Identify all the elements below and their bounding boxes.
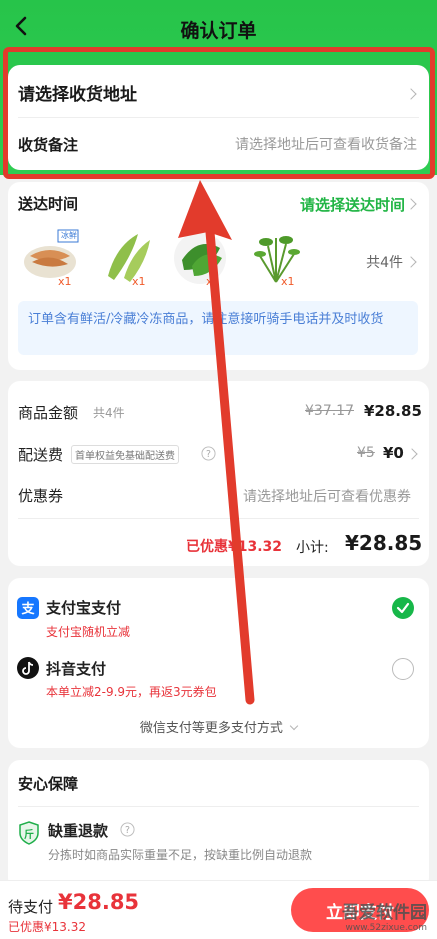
alipay-option[interactable]: 支付宝支付 [46,597,121,618]
chevron-down-icon [289,721,299,731]
subtotal-label: 小计: [296,540,329,556]
douyin-pay-option[interactable]: 抖音支付 [46,658,106,679]
help-icon[interactable]: ? [120,822,135,837]
guarantee-title: 安心保障 [18,775,79,793]
divider [18,518,419,519]
alipay-icon: 支 [17,597,39,619]
douyin-radio[interactable] [392,658,414,680]
pay-amount: ¥28.85 [58,890,140,914]
coupon-label: 优惠券 [18,487,64,505]
product-qty: x1 [281,275,295,288]
chevron-right-icon [405,88,417,100]
help-icon[interactable]: ? [201,446,216,461]
select-address-link[interactable]: 请选择收货地址 [18,80,137,105]
product-qty: x1 [58,275,72,288]
pay-discount: 已优惠¥13.32 [8,920,86,934]
pay-label: 待支付 [8,898,54,916]
remark-label: 收货备注 [18,136,79,154]
divider [18,117,419,118]
watermark-url: www.52zixue.com [345,923,427,933]
divider [18,806,419,807]
alipay-promo: 支付宝随机立减 [46,625,131,639]
product-qty: x1 [206,275,220,288]
alipay-radio-checked[interactable] [392,597,414,619]
product-image[interactable] [170,226,230,286]
coupon-hint[interactable]: 请选择地址后可查看优惠券 [243,486,411,506]
product-badge: 冰鲜 [61,231,77,240]
goods-price: ¥28.85 [364,402,422,420]
fresh-goods-notice: 订单含有鲜活/冷藏冷冻商品，请注意接听骑手电话并及时收货 [18,301,418,355]
svg-text:?: ? [206,449,211,460]
remark-field[interactable]: 请选择地址后可查看收货备注 [235,134,417,154]
more-payment-methods[interactable]: 微信支付等更多支付方式 [0,717,437,736]
douyin-promo: 本单立减2-9.9元，再返3元券包 [46,685,217,699]
delivery-time-label: 送达时间 [18,195,79,213]
select-delivery-time[interactable]: 请选择送达时间 [300,194,405,215]
page-title: 确认订单 [180,20,257,42]
svg-text:支: 支 [20,601,35,617]
douyin-icon [17,657,39,679]
weight-refund-desc: 分拣时如商品实际重量不足，按缺重比例自动退款 [48,848,313,862]
address-card: 请选择收货地址 收货备注 请选择地址后可查看收货备注 [8,65,429,170]
delivery-original-fee: ¥5 [357,445,375,461]
shield-icon-label: 斤 [24,830,34,841]
discount-amount: 已优惠¥13.32 [186,539,283,555]
product-image[interactable] [98,226,158,286]
watermark-text: 吾爱软件园 [342,903,427,923]
delivery-fee-label: 配送费 [18,446,64,464]
delivery-fee: ¥0 [383,444,404,462]
goods-count: 共4件 [93,406,125,420]
site-watermark: 吾爱软件园 www.52zixue.com [342,898,427,933]
first-order-tag: 首单权益免基础配送费 [71,445,179,464]
subtotal-amount: ¥28.85 [345,531,423,555]
item-count: 共4件 [366,255,403,271]
goods-amount-label: 商品金额 [18,404,79,422]
product-qty: x1 [132,275,146,288]
more-payment-label: 微信支付等更多支付方式 [139,721,283,736]
svg-text:?: ? [125,825,130,836]
goods-original-price: ¥37.17 [305,403,354,419]
weight-refund-label: 缺重退款 [48,822,109,840]
product-image[interactable] [246,226,306,286]
